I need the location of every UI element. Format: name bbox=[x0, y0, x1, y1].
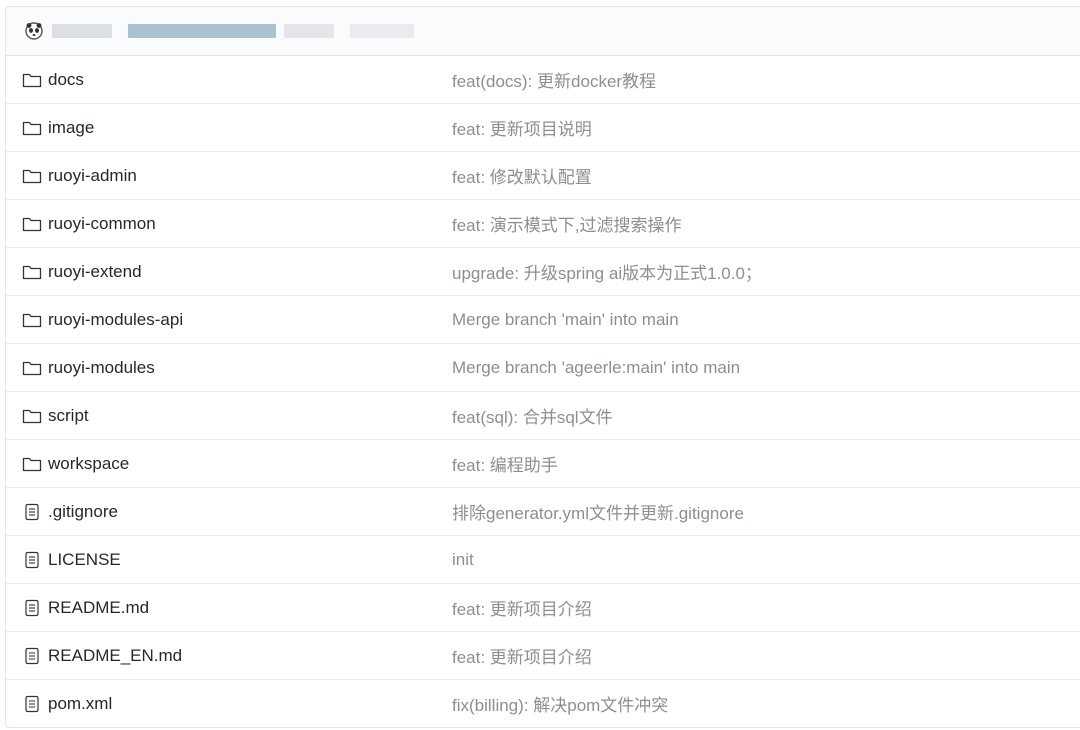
file-row[interactable]: workspace feat: 编程助手 bbox=[6, 440, 1080, 488]
file-list-panel: docs feat(docs): 更新docker教程 image feat: … bbox=[5, 6, 1080, 728]
file-name[interactable]: ruoyi-modules-api bbox=[48, 310, 183, 330]
file-name[interactable]: .gitignore bbox=[48, 502, 118, 522]
commit-message[interactable]: feat: 更新项目介绍 bbox=[452, 595, 592, 620]
commit-message[interactable]: 排除generator.yml文件并更新.gitignore bbox=[452, 499, 744, 524]
author-avatar[interactable] bbox=[24, 21, 44, 41]
file-text-icon bbox=[22, 503, 42, 521]
file-row[interactable]: pom.xml fix(billing): 解决pom文件冲突 bbox=[6, 680, 1080, 727]
latest-commit-header bbox=[6, 7, 1080, 56]
file-row[interactable]: README_EN.md feat: 更新项目介绍 bbox=[6, 632, 1080, 680]
file-name-cell: docs bbox=[22, 70, 84, 90]
file-name-cell: README.md bbox=[22, 598, 149, 618]
file-list: docs feat(docs): 更新docker教程 image feat: … bbox=[6, 56, 1080, 727]
file-row[interactable]: ruoyi-modules Merge branch 'ageerle:main… bbox=[6, 344, 1080, 392]
folder-icon bbox=[22, 71, 42, 89]
commit-message[interactable]: Merge branch 'ageerle:main' into main bbox=[452, 358, 740, 378]
file-name-cell: ruoyi-common bbox=[22, 214, 156, 234]
folder-icon bbox=[22, 263, 42, 281]
blurred-commit-hash bbox=[284, 24, 334, 38]
file-name-cell: script bbox=[22, 406, 89, 426]
file-name[interactable]: workspace bbox=[48, 454, 129, 474]
file-name[interactable]: pom.xml bbox=[48, 694, 112, 714]
file-name-cell: ruoyi-admin bbox=[22, 166, 137, 186]
folder-icon bbox=[22, 119, 42, 137]
commit-message[interactable]: feat: 更新项目说明 bbox=[452, 115, 592, 140]
file-row[interactable]: image feat: 更新项目说明 bbox=[6, 104, 1080, 152]
file-name[interactable]: image bbox=[48, 118, 94, 138]
file-name-cell: ruoyi-modules-api bbox=[22, 310, 183, 330]
file-row[interactable]: script feat(sql): 合并sql文件 bbox=[6, 392, 1080, 440]
file-text-icon bbox=[22, 647, 42, 665]
file-name-cell: ruoyi-extend bbox=[22, 262, 142, 282]
file-row[interactable]: ruoyi-extend upgrade: 升级spring ai版本为正式1.… bbox=[6, 248, 1080, 296]
file-name[interactable]: script bbox=[48, 406, 89, 426]
commit-message[interactable]: feat(docs): 更新docker教程 bbox=[452, 67, 656, 92]
commit-message[interactable]: init bbox=[452, 550, 474, 570]
commit-message[interactable]: feat(sql): 合并sql文件 bbox=[452, 403, 613, 428]
file-name-cell: image bbox=[22, 118, 94, 138]
folder-icon bbox=[22, 455, 42, 473]
file-row[interactable]: .gitignore 排除generator.yml文件并更新.gitignor… bbox=[6, 488, 1080, 536]
file-name[interactable]: ruoyi-admin bbox=[48, 166, 137, 186]
blurred-author-name bbox=[52, 24, 112, 38]
file-row[interactable]: ruoyi-admin feat: 修改默认配置 bbox=[6, 152, 1080, 200]
commit-message[interactable]: feat: 演示模式下,过滤搜索操作 bbox=[452, 211, 682, 236]
file-name-cell: workspace bbox=[22, 454, 129, 474]
commit-message[interactable]: feat: 修改默认配置 bbox=[452, 163, 592, 188]
file-name[interactable]: README.md bbox=[48, 598, 149, 618]
file-row[interactable]: LICENSE init bbox=[6, 536, 1080, 584]
file-row[interactable]: docs feat(docs): 更新docker教程 bbox=[6, 56, 1080, 104]
file-name[interactable]: ruoyi-common bbox=[48, 214, 156, 234]
file-name-cell: ruoyi-modules bbox=[22, 358, 155, 378]
file-name-cell: .gitignore bbox=[22, 502, 118, 522]
folder-icon bbox=[22, 167, 42, 185]
commit-message[interactable]: feat: 编程助手 bbox=[452, 451, 558, 476]
folder-icon bbox=[22, 311, 42, 329]
blurred-commit-message bbox=[128, 24, 276, 38]
file-row[interactable]: ruoyi-modules-api Merge branch 'main' in… bbox=[6, 296, 1080, 344]
file-name[interactable]: docs bbox=[48, 70, 84, 90]
commit-message[interactable]: feat: 更新项目介绍 bbox=[452, 643, 592, 668]
file-name[interactable]: ruoyi-modules bbox=[48, 358, 155, 378]
file-name[interactable]: ruoyi-extend bbox=[48, 262, 142, 282]
folder-icon bbox=[22, 359, 42, 377]
file-name-cell: README_EN.md bbox=[22, 646, 182, 666]
file-text-icon bbox=[22, 695, 42, 713]
file-name[interactable]: LICENSE bbox=[48, 550, 121, 570]
file-name-cell: pom.xml bbox=[22, 694, 112, 714]
file-text-icon bbox=[22, 551, 42, 569]
commit-message[interactable]: fix(billing): 解决pom文件冲突 bbox=[452, 691, 668, 716]
file-row[interactable]: README.md feat: 更新项目介绍 bbox=[6, 584, 1080, 632]
commit-message[interactable]: upgrade: 升级spring ai版本为正式1.0.0； bbox=[452, 259, 762, 284]
file-name[interactable]: README_EN.md bbox=[48, 646, 182, 666]
blurred-commit-time bbox=[350, 24, 414, 38]
file-row[interactable]: ruoyi-common feat: 演示模式下,过滤搜索操作 bbox=[6, 200, 1080, 248]
file-text-icon bbox=[22, 599, 42, 617]
file-name-cell: LICENSE bbox=[22, 550, 121, 570]
folder-icon bbox=[22, 407, 42, 425]
commit-message[interactable]: Merge branch 'main' into main bbox=[452, 310, 679, 330]
folder-icon bbox=[22, 215, 42, 233]
